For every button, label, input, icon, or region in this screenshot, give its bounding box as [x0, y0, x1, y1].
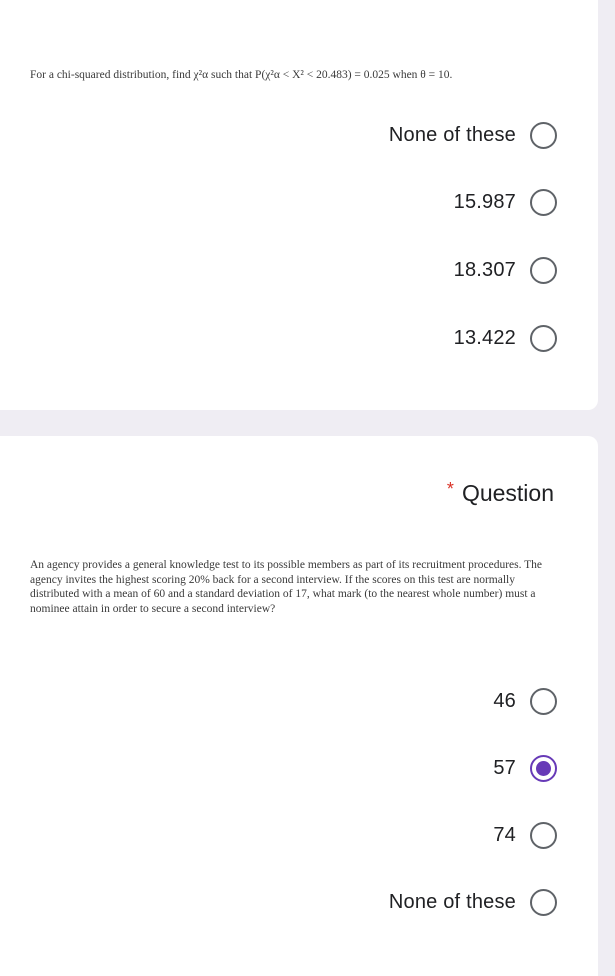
radio-button[interactable] — [530, 888, 557, 916]
question-title-text: Question — [461, 480, 554, 506]
question-title: * Question — [446, 479, 554, 507]
q1-option-none-of-these[interactable]: None of these — [389, 118, 557, 152]
option-label: 15.987 — [453, 190, 516, 213]
radio-button[interactable] — [530, 821, 557, 849]
q2-option-none-of-these[interactable]: None of these — [389, 885, 557, 919]
q2-option-57[interactable]: 57 — [493, 751, 557, 785]
q1-option-18-307[interactable]: 18.307 — [454, 253, 557, 287]
radio-button[interactable] — [530, 256, 557, 284]
q1-option-13-422[interactable]: 13.422 — [454, 321, 557, 355]
question-1-text: For a chi-squared distribution, find χ²α… — [30, 69, 453, 81]
option-label: None of these — [388, 123, 516, 146]
question-2-text: An agency provides a general knowledge t… — [30, 559, 543, 615]
radio-button-selected[interactable] — [530, 754, 557, 782]
option-label: 57 — [493, 756, 516, 779]
option-label: 46 — [493, 689, 516, 712]
radio-button[interactable] — [530, 121, 557, 149]
q1-option-15-987[interactable]: 15.987 — [454, 185, 557, 219]
radio-button[interactable] — [530, 188, 557, 216]
option-label: 13.422 — [453, 326, 516, 349]
option-label: 18.307 — [453, 258, 516, 281]
q2-option-74[interactable]: 74 — [493, 818, 557, 852]
option-label: None of these — [388, 890, 516, 913]
q2-option-46[interactable]: 46 — [493, 684, 557, 718]
radio-button[interactable] — [530, 687, 557, 715]
option-label: 74 — [493, 823, 516, 846]
required-asterisk: * — [446, 479, 454, 499]
radio-button[interactable] — [530, 324, 557, 352]
